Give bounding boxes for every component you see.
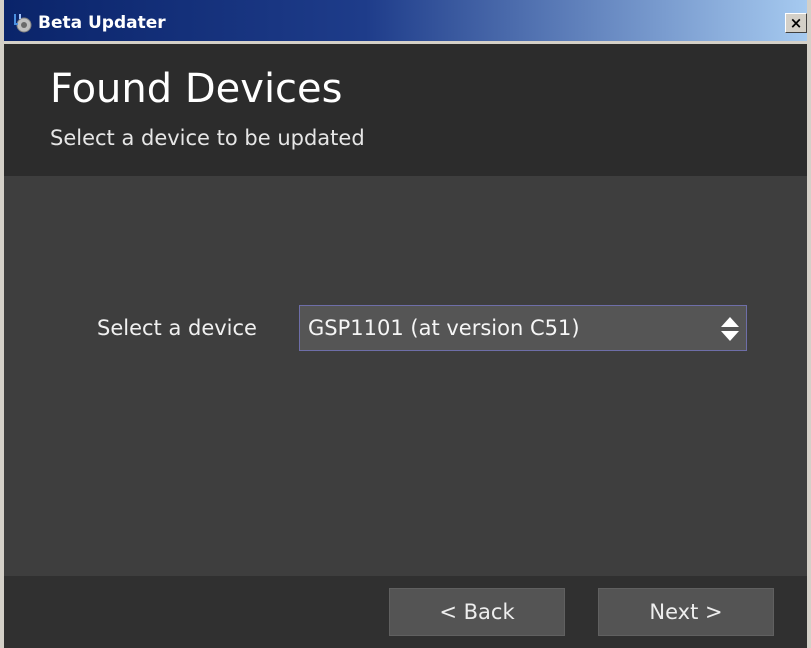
title-bar[interactable]: Beta Updater × <box>4 0 807 44</box>
wizard-content: Select a device GSP1101 (at version C51) <box>4 176 807 576</box>
window-title: Beta Updater <box>38 13 166 33</box>
device-select[interactable]: GSP1101 (at version C51) <box>299 305 747 351</box>
device-select-value: GSP1101 (at version C51) <box>308 316 580 340</box>
page-subtitle: Select a device to be updated <box>50 126 365 150</box>
app-icon <box>12 12 34 34</box>
back-button[interactable]: < Back <box>389 588 565 636</box>
page-title: Found Devices <box>50 66 343 112</box>
beta-updater-window: Beta Updater × Found Devices Select a de… <box>0 0 811 648</box>
wizard-footer: < Back Next > <box>4 576 807 648</box>
up-down-arrows-icon[interactable] <box>720 314 740 344</box>
close-icon: × <box>789 14 803 32</box>
next-button[interactable]: Next > <box>598 588 774 636</box>
close-button[interactable]: × <box>785 13 807 33</box>
wizard-header: Found Devices Select a device to be upda… <box>4 44 807 176</box>
device-select-label: Select a device <box>97 316 257 340</box>
